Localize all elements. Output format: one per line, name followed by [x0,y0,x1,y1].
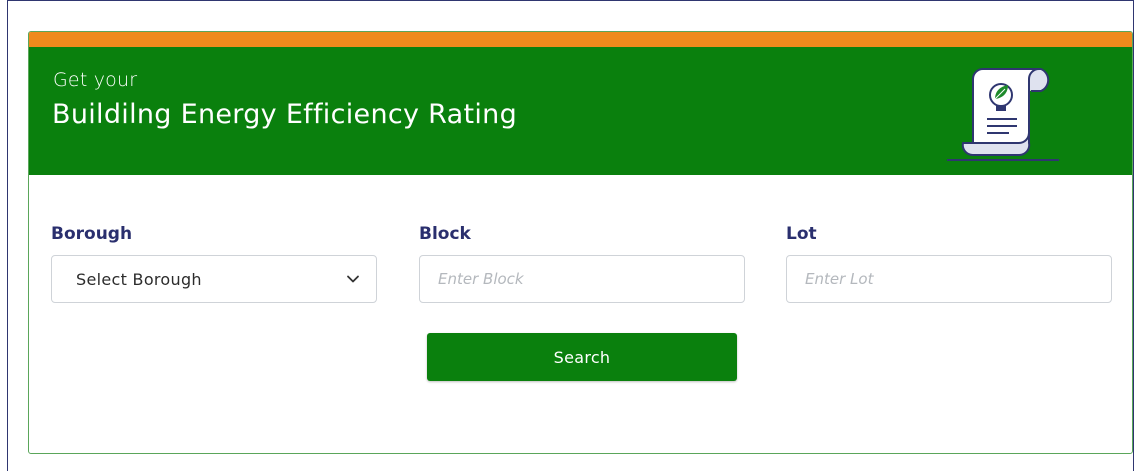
header-subtitle: Get your [53,69,138,91]
certificate-scroll-lightbulb-icon [947,68,1059,161]
block-field: Block [419,223,745,303]
borough-select-value: Select Borough [76,270,202,289]
rating-search-card: Get your Buildilng Energy Efficiency Rat… [28,31,1133,454]
lot-label: Lot [786,224,817,244]
block-input[interactable] [419,255,745,303]
card-header: Get your Buildilng Energy Efficiency Rat… [29,47,1132,175]
chevron-down-icon [347,275,359,283]
block-label: Block [419,224,471,244]
page-title: Buildilng Energy Efficiency Rating [52,99,518,130]
search-button[interactable]: Search [427,333,737,381]
borough-select[interactable]: Select Borough [51,255,377,303]
lot-input[interactable] [786,255,1112,303]
accent-bar [29,32,1132,47]
borough-field: Borough Select Borough [51,223,377,303]
search-form: Borough Select Borough Block Lot [51,223,1112,303]
borough-label: Borough [51,224,133,244]
lot-field: Lot [786,223,1112,303]
